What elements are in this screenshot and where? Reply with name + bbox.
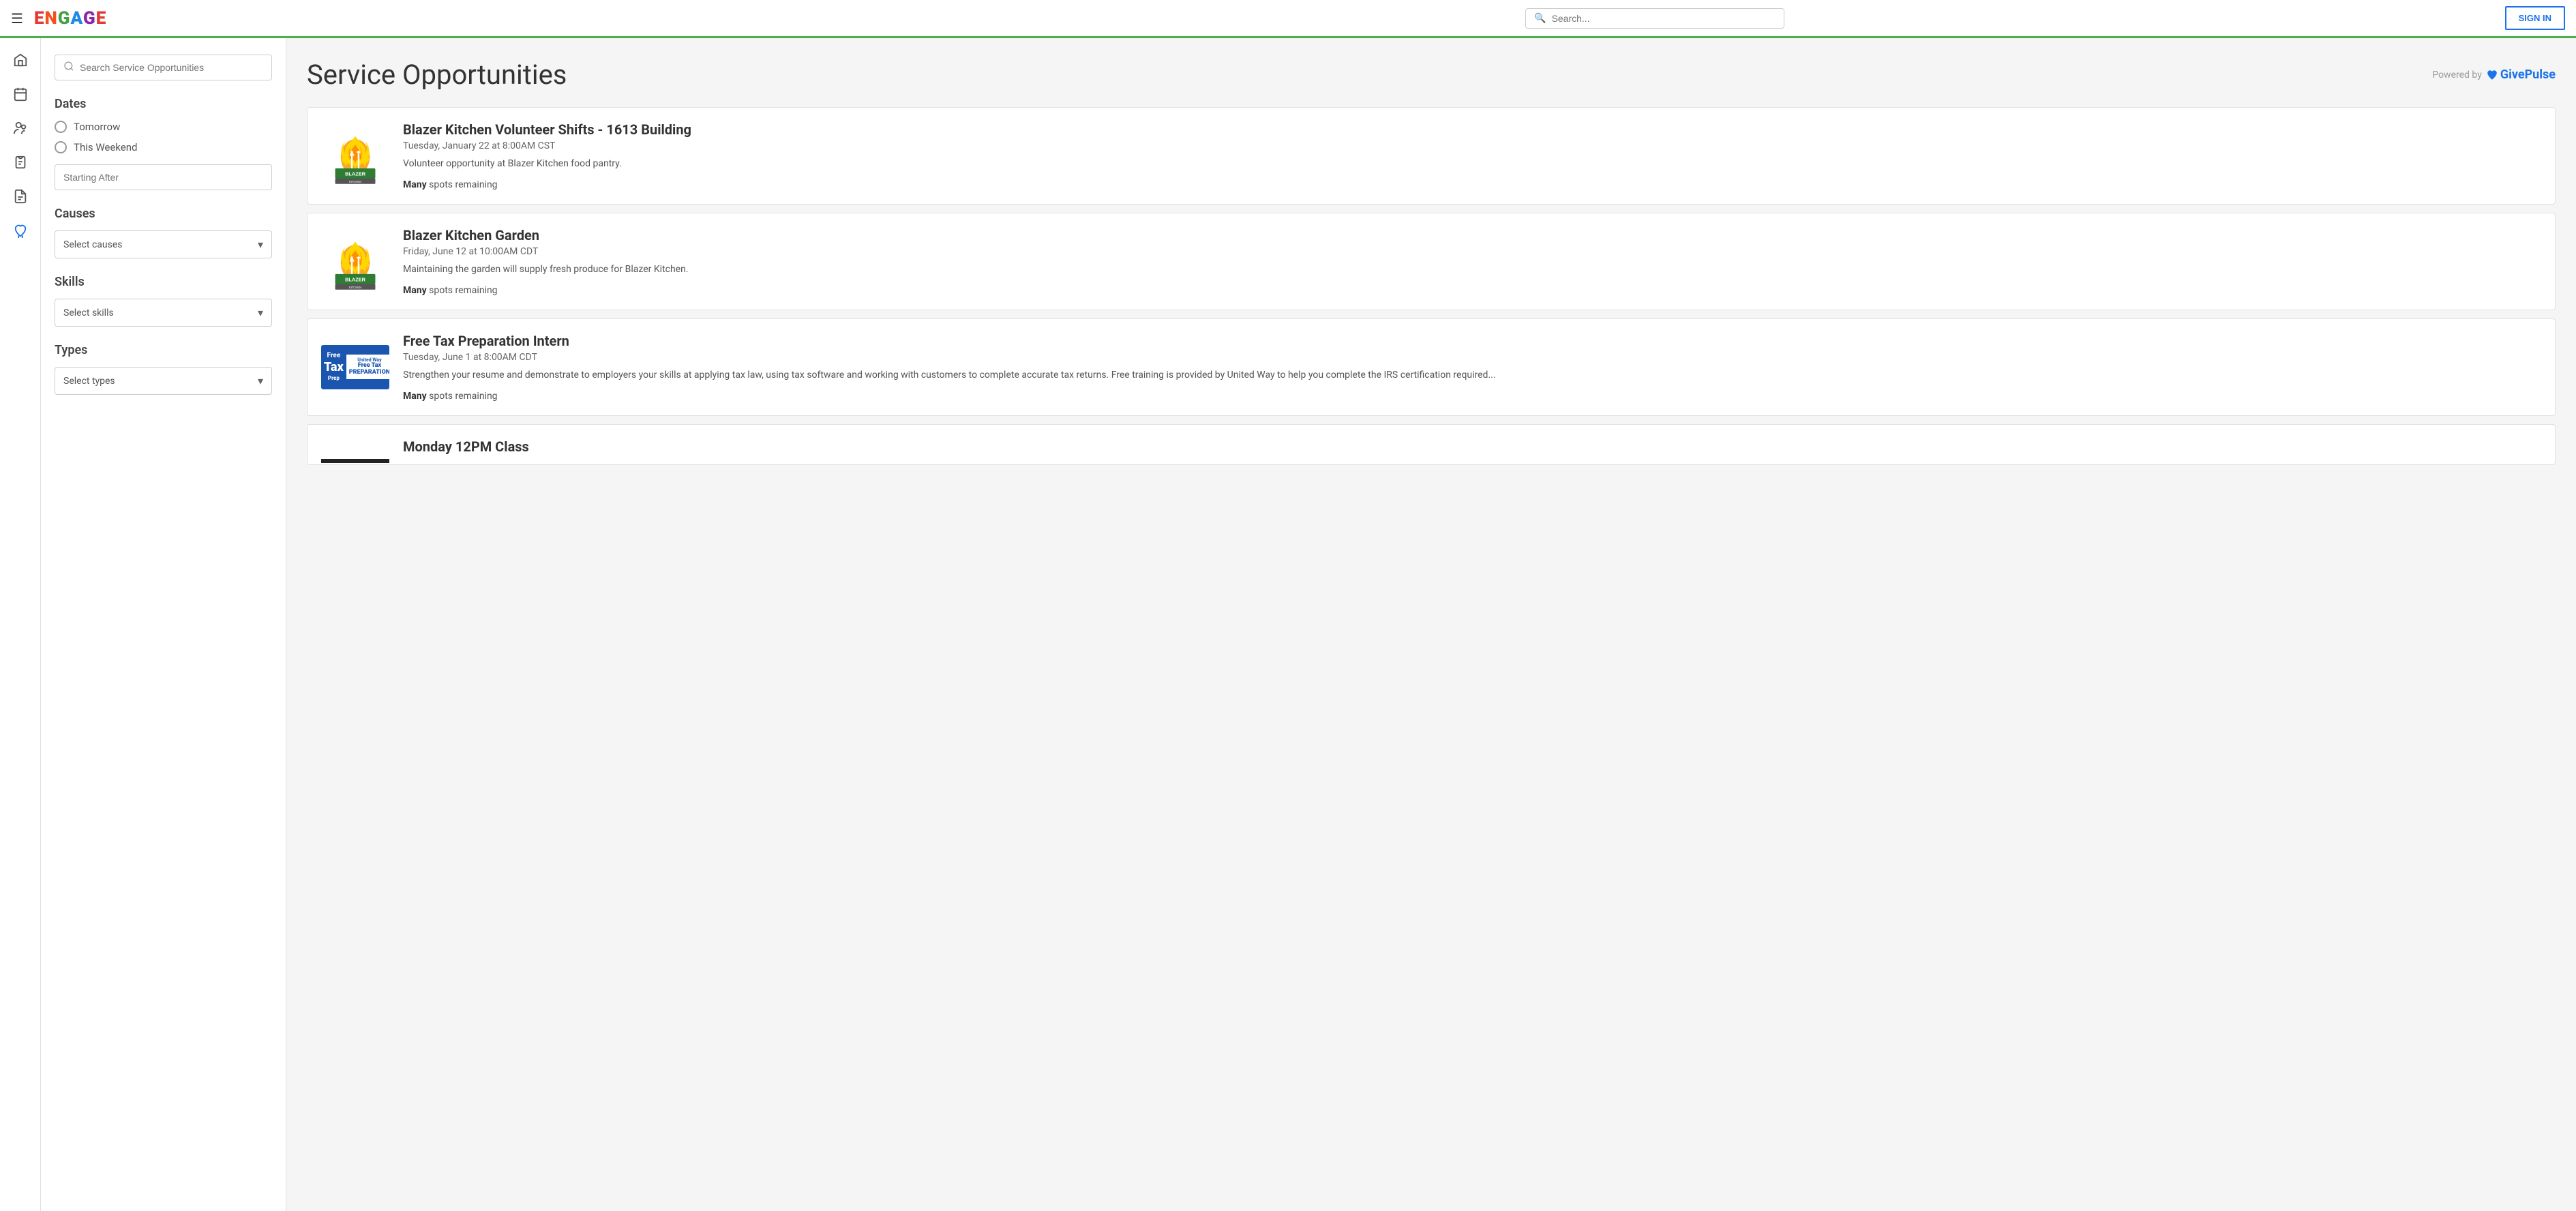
this-weekend-option[interactable]: This Weekend: [55, 141, 272, 153]
card-title-4: Monday 12PM Class: [403, 438, 2541, 455]
tax-prep-logo: Free Tax Prep United Way Free TaxPREPARA…: [321, 345, 389, 389]
filter-panel: Dates Tomorrow This Weekend Causes Selec…: [41, 38, 286, 1211]
search-icon: 🔍: [1534, 13, 1546, 24]
card-description-3: Strengthen your resume and demonstrate t…: [403, 368, 2541, 383]
opportunity-card[interactable]: Monday 12PM Class: [307, 424, 2556, 465]
clipboard-icon: [13, 155, 28, 173]
skills-dropdown[interactable]: Select skills ▾: [55, 299, 272, 327]
types-dropdown[interactable]: Select types ▾: [55, 367, 272, 395]
card-content-2: Blazer Kitchen Garden Friday, June 12 at…: [403, 227, 2541, 296]
hamburger-icon[interactable]: ☰: [11, 10, 23, 27]
sign-in-button[interactable]: SIGN IN: [2505, 6, 2565, 30]
logo[interactable]: ENGAGE: [34, 8, 106, 29]
opportunity-card[interactable]: BLAZER KITCHEN Blazer Kitchen Volunteer …: [307, 107, 2556, 205]
svg-text:BLAZER: BLAZER: [345, 276, 366, 282]
card-logo-blazer-1: BLAZER KITCHEN: [321, 121, 389, 190]
dates-label: Dates: [55, 97, 272, 111]
card-content-1: Blazer Kitchen Volunteer Shifts - 1613 B…: [403, 121, 2541, 190]
svg-text:KITCHEN: KITCHEN: [349, 180, 361, 183]
givepulse-logo: GivePulse: [2500, 68, 2556, 82]
tax-left-panel: Free Tax Prep: [321, 349, 346, 384]
sidebar-item-volunteer[interactable]: [5, 217, 35, 247]
types-chevron-icon: ▾: [258, 374, 263, 387]
heart-hands-icon: [13, 223, 28, 241]
card-description-1: Volunteer opportunity at Blazer Kitchen …: [403, 157, 2541, 171]
card-spots-1: Many spots remaining: [403, 179, 2541, 190]
global-search-bar: 🔍: [1525, 8, 1784, 29]
svg-text:KITCHEN: KITCHEN: [349, 286, 361, 289]
card-content-3: Free Tax Preparation Intern Tuesday, Jun…: [403, 333, 2541, 402]
card-title-2: Blazer Kitchen Garden: [403, 227, 2541, 243]
this-weekend-radio[interactable]: [55, 141, 67, 153]
this-weekend-label: This Weekend: [74, 141, 137, 153]
card-spots-3: Many spots remaining: [403, 391, 2541, 402]
causes-dropdown-label: Select causes: [63, 239, 122, 250]
card-date-1: Tuesday, January 22 at 8:00AM CST: [403, 140, 2541, 151]
filter-search-icon: [63, 61, 74, 74]
top-nav: ☰ ENGAGE 🔍 SIGN IN: [0, 0, 2576, 38]
skills-chevron-icon: ▾: [258, 306, 263, 319]
card-title-3: Free Tax Preparation Intern: [403, 333, 2541, 349]
card-date-3: Tuesday, June 1 at 8:00AM CDT: [403, 352, 2541, 363]
skills-dropdown-label: Select skills: [63, 308, 114, 318]
tomorrow-radio[interactable]: [55, 121, 67, 133]
main-wrapper: Dates Tomorrow This Weekend Causes Selec…: [41, 38, 2576, 1211]
powered-by: Powered by GivePulse: [2432, 68, 2556, 82]
causes-chevron-icon: ▾: [258, 238, 263, 251]
card-content-4: Monday 12PM Class: [403, 438, 2541, 458]
card-description-2: Maintaining the garden will supply fresh…: [403, 263, 2541, 277]
search-filter-box[interactable]: [55, 55, 272, 80]
document-icon: [13, 189, 28, 207]
powered-by-label: Powered by: [2432, 70, 2482, 80]
calendar-icon: [13, 87, 28, 105]
causes-label: Causes: [55, 207, 272, 221]
types-label: Types: [55, 343, 272, 357]
card-spots-2: Many spots remaining: [403, 285, 2541, 296]
search-service-input[interactable]: [80, 62, 263, 73]
svg-text:BLAZER: BLAZER: [345, 170, 366, 177]
home-icon: [13, 53, 28, 71]
sidebar-item-clipboard[interactable]: [5, 149, 35, 179]
sidebar-item-home[interactable]: [5, 46, 35, 76]
card-title-1: Blazer Kitchen Volunteer Shifts - 1613 B…: [403, 121, 2541, 138]
people-icon: [13, 121, 28, 139]
opportunity-card[interactable]: BLAZER KITCHEN Blazer Kitchen Garden Fri…: [307, 213, 2556, 310]
card-date-2: Friday, June 12 at 10:00AM CDT: [403, 246, 2541, 257]
sidebar: [0, 38, 41, 1211]
sidebar-item-people[interactable]: [5, 115, 35, 145]
card-logo-tax: Free Tax Prep United Way Free TaxPREPARA…: [321, 333, 389, 401]
tax-right-panel: United Way Free TaxPREPARATION: [346, 355, 389, 379]
skills-label: Skills: [55, 275, 272, 289]
page-title: Service Opportunities: [307, 59, 567, 91]
types-dropdown-label: Select types: [63, 376, 115, 387]
sidebar-item-document[interactable]: [5, 183, 35, 213]
tomorrow-label: Tomorrow: [74, 121, 120, 133]
page-header: Service Opportunities Powered by GivePul…: [307, 59, 2556, 91]
card-logo-monday: [321, 438, 389, 458]
global-search-input[interactable]: [1552, 13, 1776, 24]
card-logo-blazer-2: BLAZER KITCHEN: [321, 227, 389, 295]
causes-dropdown[interactable]: Select causes ▾: [55, 230, 272, 258]
starting-after-input[interactable]: [55, 164, 272, 190]
content-area: Service Opportunities Powered by GivePul…: [286, 38, 2576, 1211]
sidebar-item-calendar[interactable]: [5, 80, 35, 110]
card-bottom-bar: [321, 459, 389, 463]
tomorrow-option[interactable]: Tomorrow: [55, 121, 272, 133]
opportunity-card[interactable]: Free Tax Prep United Way Free TaxPREPARA…: [307, 318, 2556, 416]
